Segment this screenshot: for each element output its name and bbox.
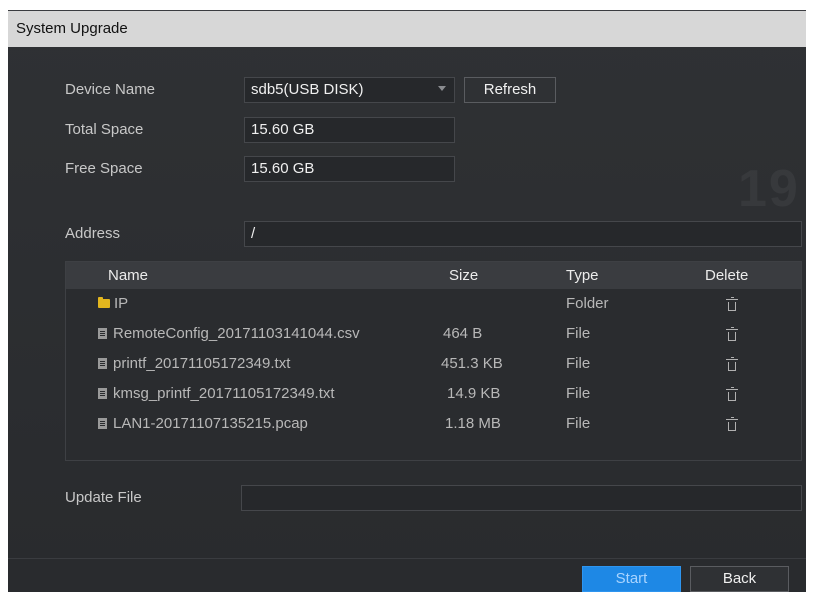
column-header-name[interactable]: Name — [108, 262, 148, 289]
row-type: File — [566, 385, 591, 402]
row-size: 451.3 KB — [441, 355, 503, 372]
total-space-label: Total Space — [65, 121, 144, 138]
total-space-field: 15.60 GB — [244, 117, 455, 143]
file-icon — [98, 387, 107, 399]
table-row[interactable]: IP Folder — [66, 289, 801, 319]
row-size: 14.9 KB — [447, 385, 501, 402]
file-icon — [98, 327, 107, 339]
free-space-label: Free Space — [65, 160, 143, 177]
table-row[interactable]: LAN1-20171107135215.pcap 1.18 MB File — [66, 409, 801, 439]
file-icon — [98, 417, 107, 429]
start-button[interactable]: Start — [582, 566, 681, 592]
refresh-button[interactable]: Refresh — [464, 77, 556, 103]
column-header-delete: Delete — [705, 267, 749, 284]
row-name: kmsg_printf_20171105172349.txt — [113, 385, 335, 402]
table-row[interactable]: printf_20171105172349.txt 451.3 KB File — [66, 349, 801, 379]
chevron-down-icon — [438, 86, 446, 91]
back-button[interactable]: Back — [690, 566, 789, 592]
update-file-field[interactable] — [241, 485, 802, 511]
device-name-select[interactable]: sdb5(USB DISK) — [244, 77, 455, 103]
delete-icon[interactable] — [726, 387, 738, 401]
dialog-title: System Upgrade — [8, 11, 806, 47]
row-name: RemoteConfig_20171103141044.csv — [113, 325, 360, 342]
folder-icon — [98, 296, 110, 308]
row-size: 1.18 MB — [445, 415, 501, 432]
delete-icon[interactable] — [726, 327, 738, 341]
delete-icon[interactable] — [726, 417, 738, 431]
file-icon — [98, 357, 107, 369]
row-size: 464 B — [443, 325, 483, 342]
table-row[interactable]: RemoteConfig_20171103141044.csv 464 B Fi… — [66, 319, 801, 349]
row-type: File — [566, 415, 591, 432]
row-type: Folder — [566, 295, 609, 312]
row-name: printf_20171105172349.txt — [113, 355, 291, 372]
table-header: Name Size Type Delete — [66, 262, 801, 289]
address-label: Address — [65, 225, 121, 242]
row-name: IP — [114, 295, 129, 312]
update-file-label: Update File — [65, 489, 142, 506]
system-upgrade-dialog: WE SECURE YOUR LIFE 19 System Upgrade De… — [8, 10, 806, 592]
device-name-value: sdb5(USB DISK) — [251, 81, 364, 98]
row-name: LAN1-20171107135215.pcap — [113, 415, 308, 432]
column-header-type[interactable]: Type — [566, 262, 599, 289]
device-name-label: Device Name — [65, 81, 156, 98]
delete-icon[interactable] — [726, 297, 738, 311]
footer-divider — [8, 558, 806, 559]
free-space-field: 15.60 GB — [244, 156, 455, 182]
file-table: Name Size Type Delete IP Folder RemoteCo… — [65, 261, 802, 461]
table-row[interactable]: kmsg_printf_20171105172349.txt 14.9 KB F… — [66, 379, 801, 409]
address-field[interactable]: / — [244, 221, 802, 247]
row-type: File — [566, 355, 591, 372]
background-watermark-year: 19 — [738, 160, 800, 218]
row-type: File — [566, 325, 591, 342]
delete-icon[interactable] — [726, 357, 738, 371]
column-header-size[interactable]: Size — [449, 262, 478, 289]
